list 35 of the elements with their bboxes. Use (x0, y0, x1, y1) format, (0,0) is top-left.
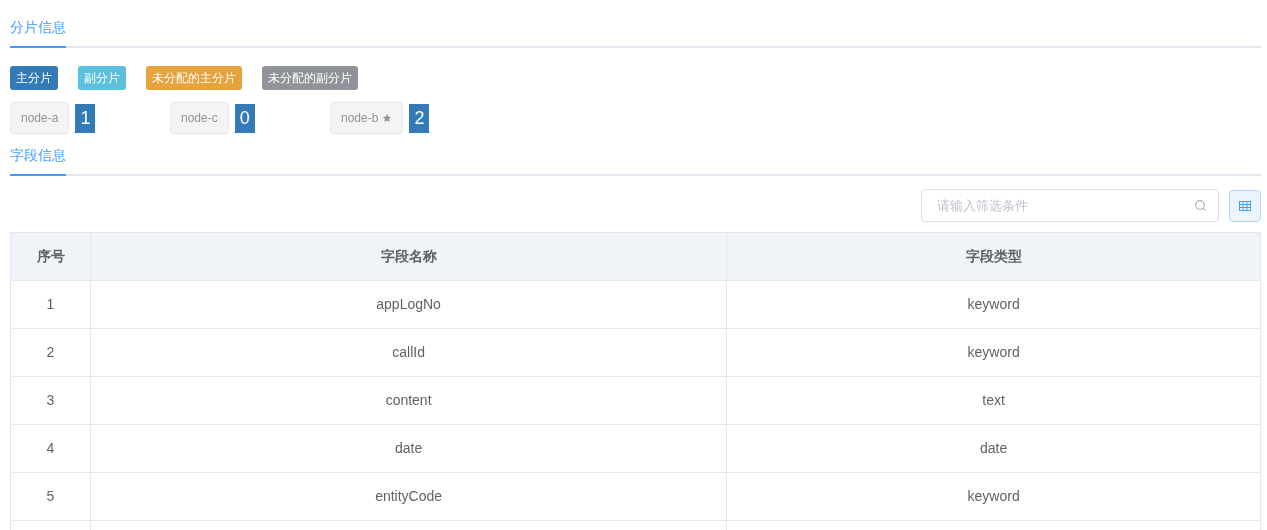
section-tab[interactable]: 分片信息 (10, 17, 66, 48)
column-header: 字段名称 (90, 232, 727, 281)
table-cell: entityCode (90, 472, 727, 521)
star-icon (382, 113, 393, 123)
table-cell: keyword (726, 472, 1261, 521)
shard-count: 1 (75, 103, 96, 133)
search-field[interactable]: 请输入筛选条件 (921, 189, 1219, 222)
table-cell: 2 (10, 328, 91, 377)
table-cell: 1 (10, 280, 91, 329)
table-cell: keyword (726, 280, 1261, 329)
table-cell: appLogNo (90, 280, 727, 329)
table-cell: content (90, 376, 727, 425)
table-cell: text (726, 376, 1261, 425)
columns-button[interactable] (1229, 189, 1261, 222)
column-header: 字段类型 (726, 232, 1261, 281)
legend-tag: 副分片 (78, 66, 126, 90)
table-cell: 5 (10, 472, 91, 521)
node-name: node-b (341, 110, 379, 127)
node-name: node-a (21, 110, 59, 127)
table-cell: keyword (726, 328, 1261, 377)
table-cell: callId (90, 328, 727, 377)
search-icon (1194, 199, 1207, 212)
table-cell: 3 (10, 376, 91, 425)
table-icon (1239, 200, 1251, 211)
legend-tag: 未分配的主分片 (146, 66, 242, 90)
column-header: 序号 (10, 232, 91, 281)
section-tab[interactable]: 字段信息 (10, 145, 66, 176)
legend-tag: 未分配的副分片 (262, 66, 358, 90)
table-cell: date (90, 424, 727, 473)
shard-count: 2 (409, 103, 430, 133)
table-cell: date (726, 424, 1261, 473)
shard-count: 0 (234, 103, 255, 133)
legend-tag: 主分片 (10, 66, 58, 90)
node-name: node-c (181, 110, 218, 127)
table-cell: 4 (10, 424, 91, 473)
